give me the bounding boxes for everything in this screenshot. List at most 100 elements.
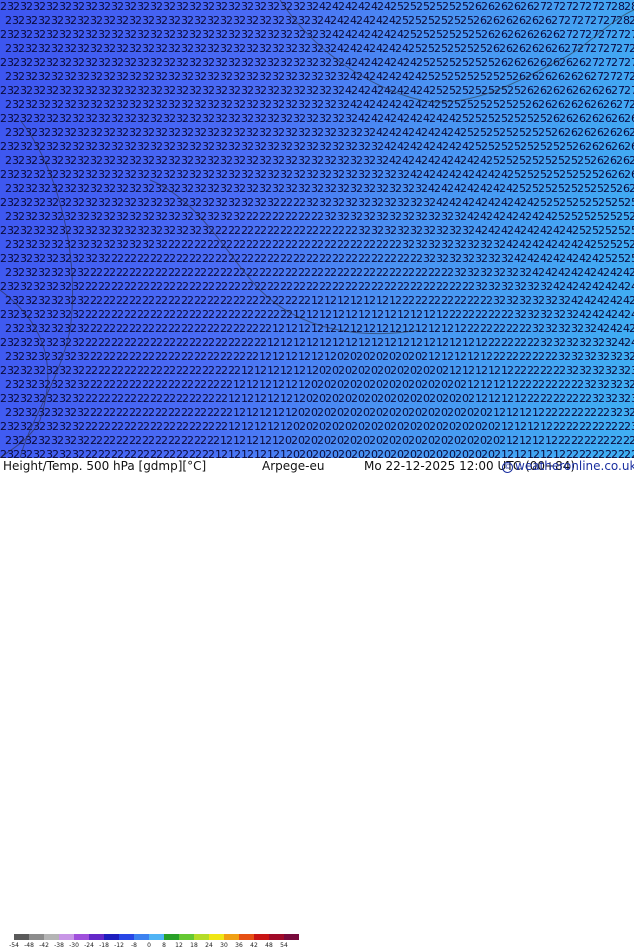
temp-value: 27 [629,70,634,83]
temp-value: 22 [91,308,105,321]
temp-value: 25 [447,14,461,27]
temp-value: 23 [130,56,144,69]
temp-value: 23 [200,70,214,83]
temp-value: 22 [499,322,513,335]
temp-value: 23 [369,154,383,167]
temp-value: 24 [572,252,586,265]
temp-value: 23 [52,28,66,41]
temp-value: 20 [429,364,443,377]
temp-value: 23 [234,84,248,97]
temp-value: 23 [299,140,313,153]
temp-value: 21 [442,364,456,377]
temp-value: 23 [174,210,188,223]
temp-value: 23 [109,182,123,195]
copyright-link[interactable]: © weatheronline.co.uk [502,459,634,473]
temp-value: 22 [226,322,240,335]
temp-value: 24 [434,154,448,167]
temp-value: 25 [629,266,634,279]
temp-value: 23 [260,140,274,153]
temp-value: 24 [585,252,599,265]
temp-value: 23 [52,140,66,153]
temp-value: 20 [377,392,391,405]
temp-value: 22 [286,196,300,209]
temp-value: 21 [299,364,313,377]
temp-value: 21 [403,336,417,349]
temp-value: 23 [39,224,53,237]
temp-value: 24 [512,238,526,251]
temp-value: 27 [590,14,604,27]
temp-value: 24 [460,182,474,195]
temp-value: 26 [572,140,586,153]
temp-value: 22 [273,196,287,209]
temp-value: 22 [221,252,235,265]
temp-value: 23 [291,154,305,167]
temp-value: 23 [273,168,287,181]
temp-value: 22 [538,406,552,419]
temp-value: 23 [65,448,79,458]
temp-value: 26 [616,126,630,139]
temp-value: 21 [278,350,292,363]
temp-value: 23 [273,112,287,125]
temp-value: 23 [278,98,292,111]
temp-value: 22 [252,294,266,307]
temp-value: 22 [221,224,235,237]
temp-value: 21 [260,420,274,433]
temp-value: 22 [96,434,110,447]
temp-value: 23 [104,168,118,181]
temp-value: 27 [624,56,634,69]
temp-value: 23 [26,364,40,377]
temp-value: 25 [512,182,526,195]
temp-value: 24 [429,140,443,153]
temp-value: 23 [65,392,79,405]
temp-value: 27 [590,42,604,55]
temp-value: 22 [130,252,144,265]
temp-value: 23 [18,98,32,111]
temp-value: 24 [403,168,417,181]
temp-value: 23 [57,294,71,307]
temp-value: 21 [429,336,443,349]
temp-value: 23 [520,308,534,321]
temp-value: 22 [533,392,547,405]
temp-value: 23 [390,168,404,181]
temp-value: 23 [156,28,170,41]
temp-value: 25 [460,126,474,139]
temp-value: 27 [629,42,634,55]
temp-value: 20 [390,392,404,405]
temp-value: 21 [460,378,474,391]
temp-value: 23 [330,126,344,139]
temp-value: 23 [611,364,625,377]
temp-value: 23 [104,0,118,13]
temp-value: 22 [512,378,526,391]
temp-value: 25 [421,70,435,83]
temp-value: 25 [421,42,435,55]
temp-value: 24 [616,294,630,307]
temp-value: 23 [52,280,66,293]
temp-value: 24 [364,84,378,97]
temp-value: 25 [434,14,448,27]
temp-value: 22 [161,350,175,363]
temp-value: 23 [590,378,604,391]
temp-value: 24 [559,280,573,293]
temp-value: 22 [351,280,365,293]
temp-value: 23 [65,364,79,377]
temp-value: 21 [512,406,526,419]
temp-value: 25 [538,126,552,139]
temp-value: 23 [200,182,214,195]
temp-value: 22 [260,252,274,265]
temp-value: 23 [117,196,131,209]
temp-value: 21 [377,336,391,349]
temp-value: 25 [403,0,417,13]
temp-value: 22 [174,294,188,307]
temp-value: 23 [252,182,266,195]
temp-value: 21 [265,434,279,447]
temp-value: 23 [0,168,14,181]
legend-tick-label: -8 [131,942,137,948]
temp-value: 23 [395,210,409,223]
temp-value: 23 [213,210,227,223]
temp-value: 25 [447,42,461,55]
temp-value: 24 [343,42,357,55]
temp-value: 22 [611,420,625,433]
temp-value: 22 [182,336,196,349]
temp-value: 24 [377,0,391,13]
temp-value: 21 [494,448,508,458]
